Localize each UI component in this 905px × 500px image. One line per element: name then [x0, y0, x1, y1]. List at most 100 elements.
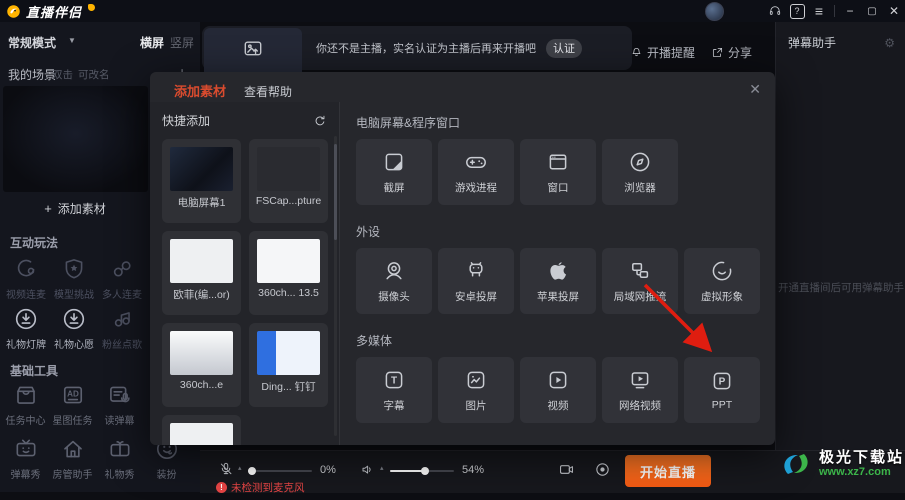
screenshot-icon: [385, 153, 403, 170]
source-subtitle[interactable]: T 字幕: [356, 357, 432, 423]
source-image[interactable]: 图片: [438, 357, 514, 423]
logo-badge-icon: [88, 3, 96, 11]
tool-danmaku-show[interactable]: 弹幕秀: [2, 436, 49, 481]
watermark: 极光下载站 www.xz7.com: [778, 448, 904, 480]
source-game-process[interactable]: 游戏进程: [438, 139, 514, 205]
plus-icon: +: [44, 200, 52, 216]
tool-task-center[interactable]: 任务中心: [2, 382, 49, 427]
svg-text:AD: AD: [67, 389, 79, 398]
thumbnail: [257, 331, 320, 375]
source-screenshot[interactable]: 截屏: [356, 139, 432, 205]
speaker-caret-icon[interactable]: ▴: [380, 464, 384, 472]
share-button[interactable]: 分享: [711, 44, 752, 61]
mode-selector[interactable]: 常规模式: [8, 34, 56, 51]
chevron-down-icon[interactable]: ▼: [68, 36, 76, 45]
feature-gift-sign[interactable]: 礼物灯牌: [2, 306, 50, 351]
close-icon[interactable]: ✕: [749, 82, 761, 96]
subtitle-icon: T: [385, 371, 403, 388]
feature-multi-link[interactable]: 多人连麦: [98, 256, 146, 301]
watermark-logo-icon: [784, 454, 808, 474]
record-icon[interactable]: [594, 461, 611, 478]
feature-video-link[interactable]: 视频连麦: [2, 256, 50, 301]
danmaku-panel: 弹幕助手 ⚙ 开通直播间后可用弹幕助手: [775, 22, 905, 500]
tool-read-danmaku[interactable]: 读弹幕: [96, 382, 143, 427]
speaker-slider-knob[interactable]: [421, 467, 429, 475]
help-icon[interactable]: ?: [786, 0, 808, 22]
quick-item-360chrome[interactable]: 360ch... 13.5: [249, 231, 328, 315]
quick-item-dingtalk[interactable]: Ding... 钉钉: [249, 323, 328, 407]
user-avatar[interactable]: [705, 1, 724, 21]
gamepad-icon: [466, 156, 486, 168]
download-circle-icon: [15, 308, 37, 330]
quick-item-360chrome-2[interactable]: 360ch...e: [162, 323, 241, 407]
quick-item-oufei[interactable]: 欧菲(编...or): [162, 231, 241, 315]
ad-box-icon: AD: [63, 386, 82, 404]
scrollbar[interactable]: [334, 136, 337, 436]
tab-view-help[interactable]: 查看帮助: [244, 83, 292, 102]
mic-slider-knob[interactable]: [248, 467, 256, 475]
source-android-cast[interactable]: 安卓投屏: [438, 248, 514, 314]
start-stream-button[interactable]: 开始直播: [625, 455, 711, 487]
source-virtual-avatar[interactable]: 虚拟形象: [684, 248, 760, 314]
music-note-icon: [114, 312, 130, 327]
microphone-muted-icon[interactable]: [218, 461, 234, 477]
video-camera-icon[interactable]: [558, 461, 575, 478]
download-circle-icon: [63, 308, 85, 330]
source-lan-stream[interactable]: 局域网推流: [602, 248, 678, 314]
tool-gift-show[interactable]: 礼物秀: [96, 436, 143, 481]
stream-reminder-button[interactable]: 开播提醒: [630, 44, 695, 61]
gear-icon[interactable]: ⚙: [884, 36, 895, 50]
share-icon: [712, 47, 723, 58]
speaker-icon[interactable]: [360, 462, 375, 477]
mic-caret-icon[interactable]: ▴: [238, 464, 242, 472]
source-apple-cast[interactable]: 苹果投屏: [520, 248, 596, 314]
tab-add-material[interactable]: 添加素材: [174, 81, 226, 102]
speaker-volume-slider[interactable]: [390, 467, 454, 475]
mic-warning: ! 未检测到麦克风: [216, 480, 305, 495]
tools-section-title: 基础工具: [10, 364, 59, 378]
tab-portrait[interactable]: 竖屏: [170, 34, 194, 51]
tool-xingtu-task[interactable]: AD 星图任务: [49, 382, 96, 427]
bell-icon: [632, 48, 641, 57]
quick-item-clipped[interactable]: [162, 415, 241, 445]
close-window-button[interactable]: ✕: [883, 0, 905, 22]
my-scenes-label: 我的场景: [8, 68, 57, 82]
headset-icon[interactable]: [764, 0, 786, 22]
thumbnail: [170, 239, 233, 283]
verify-button[interactable]: 认证: [546, 38, 582, 58]
house-icon: [63, 440, 82, 458]
quick-item-desktop-screen[interactable]: 电脑屏幕1: [162, 139, 241, 223]
web-video-icon: [631, 371, 649, 388]
source-camera[interactable]: 摄像头: [356, 248, 432, 314]
feature-gift-wish[interactable]: 礼物心愿: [50, 306, 98, 351]
video-icon: [549, 371, 567, 388]
feature-fan-song[interactable]: 粉丝点歌: [98, 306, 146, 351]
source-ppt[interactable]: P PPT: [684, 357, 760, 423]
app-window: 直播伴侣 ? ≡ − ▢ ✕ 常规模式 ▼ 横屏 竖屏 我的场景 双击 可改名: [0, 0, 905, 500]
feature-model-challenge[interactable]: 模型挑战: [50, 256, 98, 301]
image-icon: [467, 371, 485, 388]
quick-item-fscapture[interactable]: FSCap...pture: [249, 139, 328, 223]
minimize-button[interactable]: −: [839, 0, 861, 22]
scene-preview[interactable]: [3, 86, 148, 192]
menu-icon[interactable]: ≡: [808, 0, 830, 22]
maximize-button[interactable]: ▢: [861, 0, 883, 22]
tool-moderator-assistant[interactable]: 房管助手: [49, 436, 96, 481]
titlebar-divider: [834, 5, 835, 17]
virtual-avatar-icon: [712, 261, 732, 280]
source-video[interactable]: 视频: [520, 357, 596, 423]
svg-text:T: T: [391, 375, 397, 386]
scrollbar-thumb[interactable]: [334, 144, 337, 240]
shield-star-icon: [65, 259, 83, 279]
verify-message: 你还不是主播，实名认证为主播后再来开播吧: [316, 43, 536, 55]
source-browser[interactable]: 浏览器: [602, 139, 678, 205]
thumbnail: [257, 239, 320, 283]
source-window[interactable]: 窗口: [520, 139, 596, 205]
app-title: 直播伴侣: [26, 4, 83, 20]
mic-volume-slider[interactable]: [248, 467, 312, 475]
source-web-video[interactable]: 网络视频: [602, 357, 678, 423]
tab-landscape[interactable]: 横屏: [140, 34, 164, 51]
refresh-icon[interactable]: [313, 114, 327, 128]
danmaku-mic-icon: [109, 386, 130, 403]
add-material-button[interactable]: + 添加素材: [0, 196, 150, 220]
